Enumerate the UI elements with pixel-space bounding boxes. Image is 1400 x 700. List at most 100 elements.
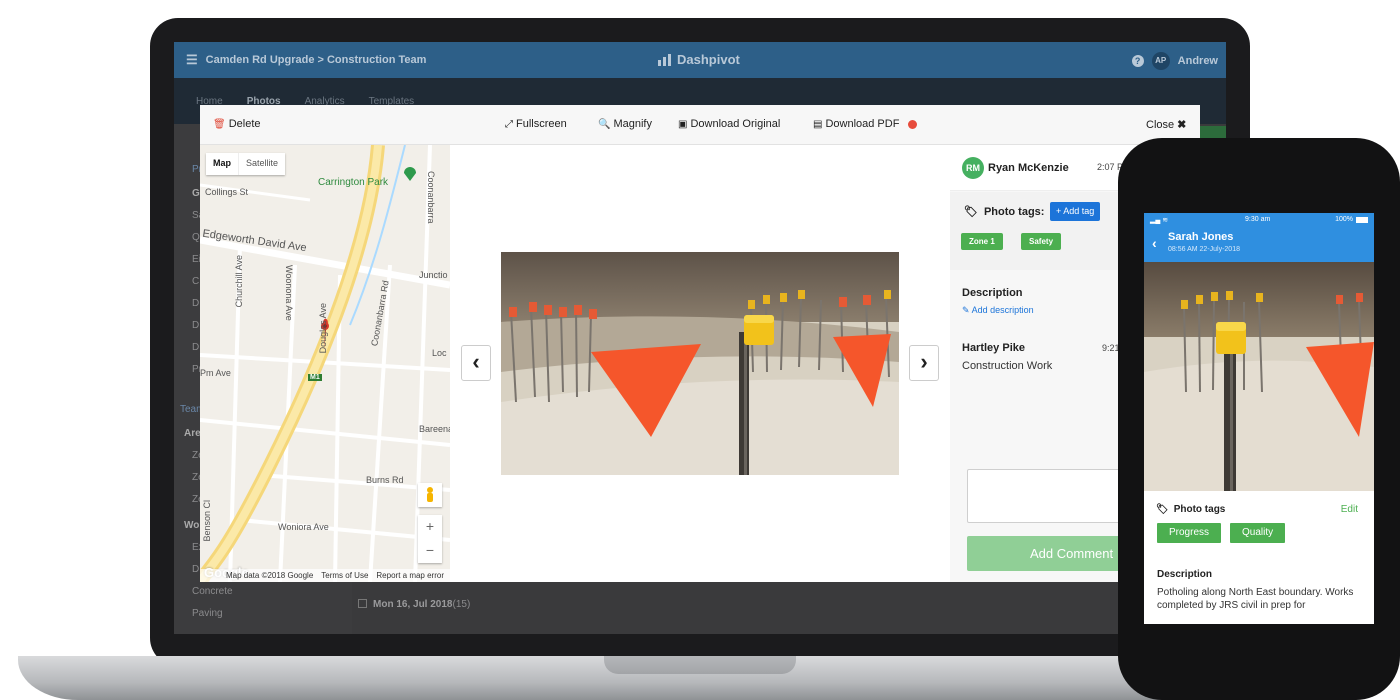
close-button[interactable]: Close ✖ <box>1146 118 1187 132</box>
tag-chip[interactable]: Quality <box>1230 523 1286 543</box>
phone-photo[interactable] <box>1144 262 1374 491</box>
add-description-link[interactable]: ✎ Add description <box>962 305 1034 316</box>
map-roads <box>200 145 450 582</box>
magnify-label: Magnify <box>613 118 652 130</box>
close-label: Close <box>1146 118 1175 131</box>
map-street-label: Woonona Ave <box>284 265 294 321</box>
zoom-out-button[interactable]: − <box>418 539 442 563</box>
prev-photo-button[interactable]: ‹ <box>461 345 491 381</box>
notification-dot <box>908 119 918 129</box>
phone-tags-title: 🏷 Photo tags <box>1156 504 1225 515</box>
map-street-label: Benson Cl <box>202 500 212 542</box>
map-street-label: Junctio <box>419 270 448 280</box>
tag-chip[interactable]: Safety <box>1021 233 1062 250</box>
download-original-label: Download Original <box>690 118 781 130</box>
sidebar-item[interactable]: Are <box>184 428 201 439</box>
close-icon: ✖ <box>1177 119 1187 131</box>
brand-name: Dashpivot <box>677 52 740 67</box>
sidebar-item[interactable]: Paving <box>192 608 223 619</box>
chevron-right-icon: › <box>920 349 928 374</box>
download-pdf-button[interactable]: ▤ Download PDF <box>813 118 918 130</box>
author-avatar: RM <box>962 156 984 179</box>
pegman-icon <box>427 487 433 502</box>
bar-chart-logo-icon <box>658 53 671 66</box>
phone-screen: ▂▄ ≋ 9:30 am 100% ‹ Sarah Jones 08:56 AM… <box>1144 213 1374 624</box>
edit-tags-button[interactable]: Edit <box>1341 504 1358 515</box>
trash-icon: 🗑 <box>213 118 226 130</box>
map-tab[interactable]: Map <box>206 153 239 175</box>
comment-time: 9:21 <box>1102 343 1120 353</box>
map-street-label: Coonanbarra <box>426 171 436 224</box>
laptop-screen: ☰ Camden Rd Upgrade > Construction Team … <box>174 42 1226 634</box>
laptop-notch <box>604 656 796 674</box>
comment-author: Hartley Pike <box>962 342 1025 354</box>
user-name[interactable]: Andrew <box>1178 55 1218 67</box>
user-avatar[interactable]: AP <box>1151 52 1170 70</box>
marketing-composite: ☰ Camden Rd Upgrade > Construction Team … <box>0 0 1400 700</box>
back-chevron-icon[interactable]: ‹ <box>1152 235 1157 251</box>
photo-tags-title: 🏷 Photo tags: <box>964 205 1045 219</box>
battery-indicator: 100% <box>1335 216 1368 223</box>
street-view-pegman[interactable] <box>418 483 442 507</box>
tag-icon: 🏷 <box>1156 504 1169 515</box>
construction-photo[interactable] <box>501 252 899 475</box>
satellite-tab[interactable]: Satellite <box>239 153 285 175</box>
next-photo-button[interactable]: › <box>909 345 939 381</box>
add-tag-button[interactable]: + Add tag <box>1050 202 1101 221</box>
zoom-in-button[interactable]: + <box>418 515 442 539</box>
file-icon: ▤ <box>813 118 823 130</box>
fullscreen-label: Fullscreen <box>516 118 567 130</box>
user-area: ? AP Andrew <box>1131 52 1218 70</box>
modal-toolbar: 🗑 Delete ⤢ Fullscreen 🔍 Magnify ▣ Downlo… <box>200 105 1200 145</box>
tag-chip[interactable]: Zone 1 <box>961 233 1003 250</box>
phone-author-name: Sarah Jones <box>1168 231 1234 243</box>
battery-icon <box>1356 216 1368 223</box>
photo-modal: 🗑 Delete ⤢ Fullscreen 🔍 Magnify ▣ Downlo… <box>200 105 1200 582</box>
image-icon: ▣ <box>678 118 688 130</box>
tag-icon: 🏷 <box>964 206 978 218</box>
breadcrumb[interactable]: Camden Rd Upgrade > Construction Team <box>206 54 427 66</box>
terms-link[interactable]: Terms of Use <box>321 571 368 580</box>
highway-shield: M1 <box>308 374 322 381</box>
help-icon[interactable]: ? <box>1131 55 1144 67</box>
expand-icon: ⤢ <box>505 118 513 130</box>
photo-tags-label: Photo tags: <box>983 205 1045 218</box>
chevron-left-icon: ‹ <box>472 349 480 374</box>
map-zoom-control: + − <box>418 515 442 563</box>
sidebar-item[interactable]: D <box>192 342 199 353</box>
sidebar-item[interactable]: Q <box>192 232 200 243</box>
map-street-label: Pm Ave <box>200 368 231 378</box>
battery-percent: 100% <box>1335 216 1353 223</box>
sidebar-item[interactable]: Concrete <box>192 586 233 597</box>
map-attribution: Map data ©2018 Google Terms of Use Repor… <box>200 569 450 582</box>
status-time: 9:30 am <box>1245 216 1271 223</box>
download-original-button[interactable]: ▣ Download Original <box>678 118 780 130</box>
delete-button[interactable]: 🗑 Delete <box>213 118 261 130</box>
date-checkbox[interactable] <box>358 599 367 608</box>
delete-label: Delete <box>228 118 261 130</box>
magnify-button[interactable]: 🔍 Magnify <box>598 118 652 130</box>
tag-chip[interactable]: Progress <box>1157 523 1222 543</box>
fullscreen-button[interactable]: ⤢ Fullscreen <box>505 118 567 130</box>
comment-text: Construction Work <box>962 360 1053 372</box>
phone-description-title: Description <box>1157 569 1213 580</box>
author-name: Ryan McKenzie <box>988 161 1069 174</box>
sidebar-item[interactable]: Wo <box>184 520 199 531</box>
sidebar-item[interactable]: D <box>192 564 199 575</box>
sidebar-item[interactable]: D <box>192 298 199 309</box>
phone-description: Potholing along North East boundary. Wor… <box>1157 587 1354 611</box>
date-group-header[interactable]: Mon 16, Jul 2018(15) <box>358 599 470 610</box>
location-map[interactable]: Map Satellite Collings St Carrington Par… <box>200 145 450 582</box>
map-street-label: Churchill Ave <box>234 255 244 308</box>
sidebar-item[interactable]: C <box>192 276 199 287</box>
sidebar-item[interactable]: D <box>192 320 199 331</box>
phone-tags-label: Photo tags <box>1173 504 1226 515</box>
add-description-label: Add description <box>971 305 1034 315</box>
photo-viewer: ‹ › <box>450 145 950 582</box>
status-bar: ▂▄ ≋ 9:30 am 100% <box>1144 213 1374 227</box>
report-error-link[interactable]: Report a map error <box>376 571 444 580</box>
map-type-toggle[interactable]: Map Satellite <box>206 153 286 175</box>
hamburger-menu-icon[interactable]: ☰ <box>186 52 198 68</box>
green-strip <box>1200 126 1226 138</box>
app-topbar: ☰ Camden Rd Upgrade > Construction Team … <box>174 42 1226 78</box>
